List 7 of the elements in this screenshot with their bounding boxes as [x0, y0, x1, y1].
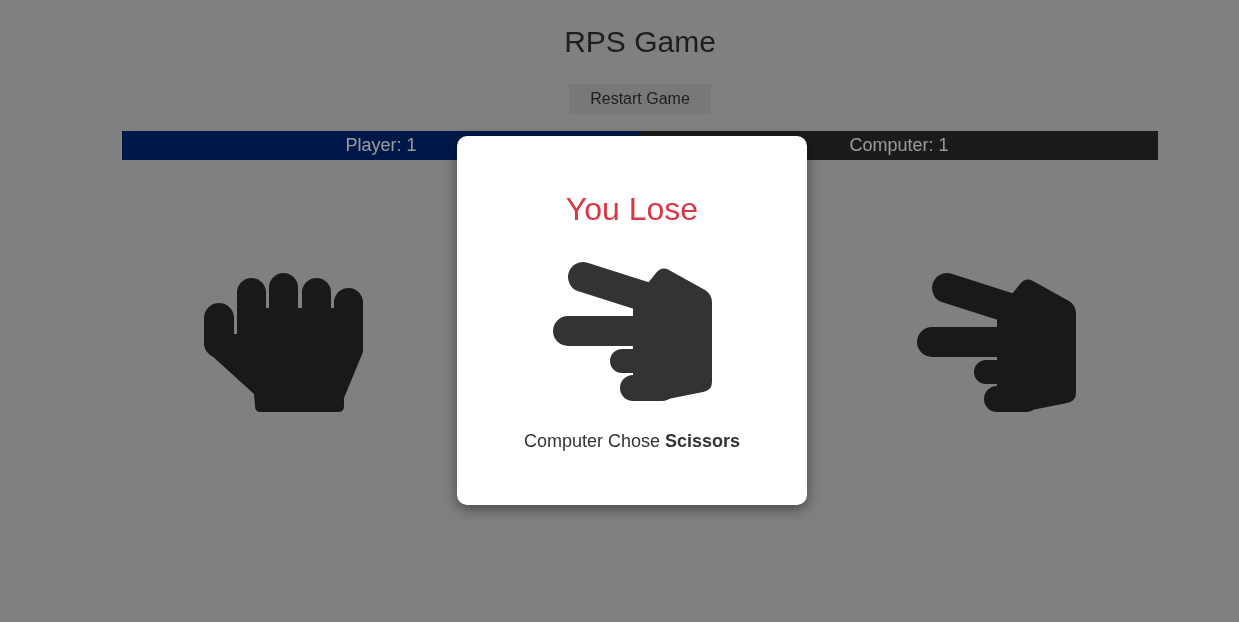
restart-game-button[interactable]: Restart Game	[569, 84, 711, 114]
result-title: You Lose	[565, 190, 699, 229]
page-title: RPS Game	[564, 24, 716, 60]
two-finger-hand-icon	[552, 261, 712, 401]
result-message: Computer Chose Scissors	[523, 430, 741, 453]
two-finger-hand-icon	[916, 272, 1076, 412]
fist-icon	[204, 272, 364, 412]
